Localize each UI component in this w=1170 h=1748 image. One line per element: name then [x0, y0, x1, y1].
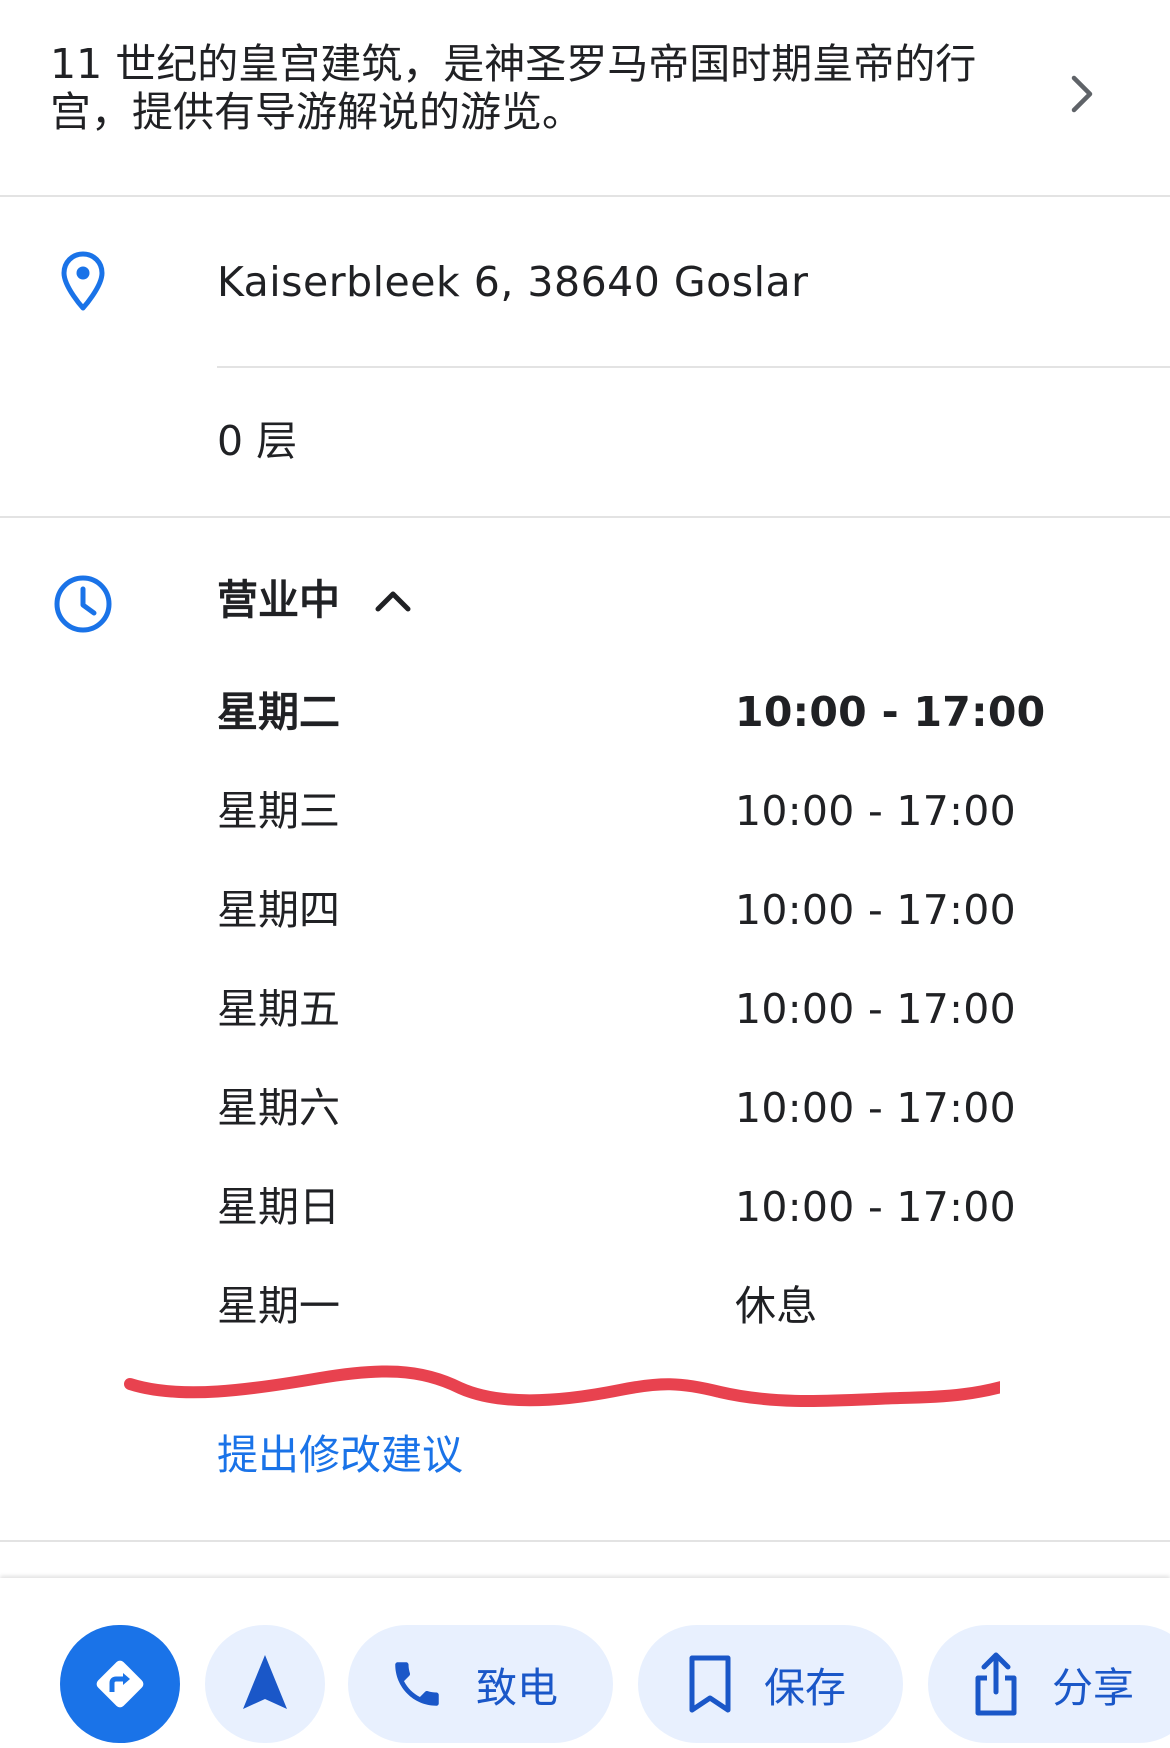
bookmark-icon [689, 1655, 731, 1713]
share-icon [975, 1652, 1017, 1716]
navigation-arrow-icon [243, 1655, 287, 1709]
hours-time: 10:00 - 17:00 [735, 688, 1046, 736]
hours-time: 10:00 - 17:00 [735, 886, 1017, 934]
phone-icon [395, 1662, 439, 1706]
hours-time: 10:00 - 17:00 [735, 985, 1017, 1033]
chevron-up-icon[interactable] [372, 585, 414, 615]
hours-time: 休息 [735, 1282, 818, 1330]
save-label: 保存 [764, 1664, 846, 1712]
suggest-edit-link[interactable]: 提出修改建议 [217, 1427, 463, 1483]
directions-button[interactable] [60, 1625, 180, 1743]
start-navigation-button[interactable] [205, 1625, 325, 1743]
divider [217, 366, 1170, 368]
hours-day: 星期五 [217, 985, 340, 1033]
hours-time: 10:00 - 17:00 [735, 1183, 1017, 1231]
hours-day: 星期三 [217, 787, 340, 835]
share-button[interactable]: 分享 [928, 1625, 1170, 1743]
directions-icon [96, 1660, 144, 1708]
hours-day: 星期四 [217, 886, 340, 934]
hours-day: 星期日 [217, 1183, 340, 1231]
call-button[interactable]: 致电 [348, 1625, 613, 1743]
save-button[interactable]: 保存 [638, 1625, 903, 1743]
address[interactable]: Kaiserbleek 6, 38640 Goslar [217, 254, 808, 310]
place-description[interactable]: 11 世纪的皇宫建筑，是神圣罗马帝国时期皇帝的行宫，提供有导游解说的游览。 [50, 40, 1010, 136]
divider [0, 516, 1170, 518]
share-label: 分享 [1052, 1664, 1134, 1712]
hours-time: 10:00 - 17:00 [735, 1084, 1017, 1132]
floor-info: 0 层 [217, 417, 298, 465]
divider [0, 195, 1170, 197]
clock-icon [54, 575, 112, 633]
chevron-right-icon[interactable] [1068, 72, 1098, 116]
hours-day: 星期二 [217, 688, 340, 736]
location-pin-icon [61, 251, 105, 311]
divider [0, 1540, 1170, 1542]
call-label: 致电 [476, 1664, 558, 1712]
hours-day: 星期六 [217, 1084, 340, 1132]
annotation-underline [124, 1365, 1000, 1407]
hours-time: 10:00 - 17:00 [735, 787, 1017, 835]
hours-day: 星期一 [217, 1282, 340, 1330]
open-status[interactable]: 营业中 [217, 572, 340, 628]
